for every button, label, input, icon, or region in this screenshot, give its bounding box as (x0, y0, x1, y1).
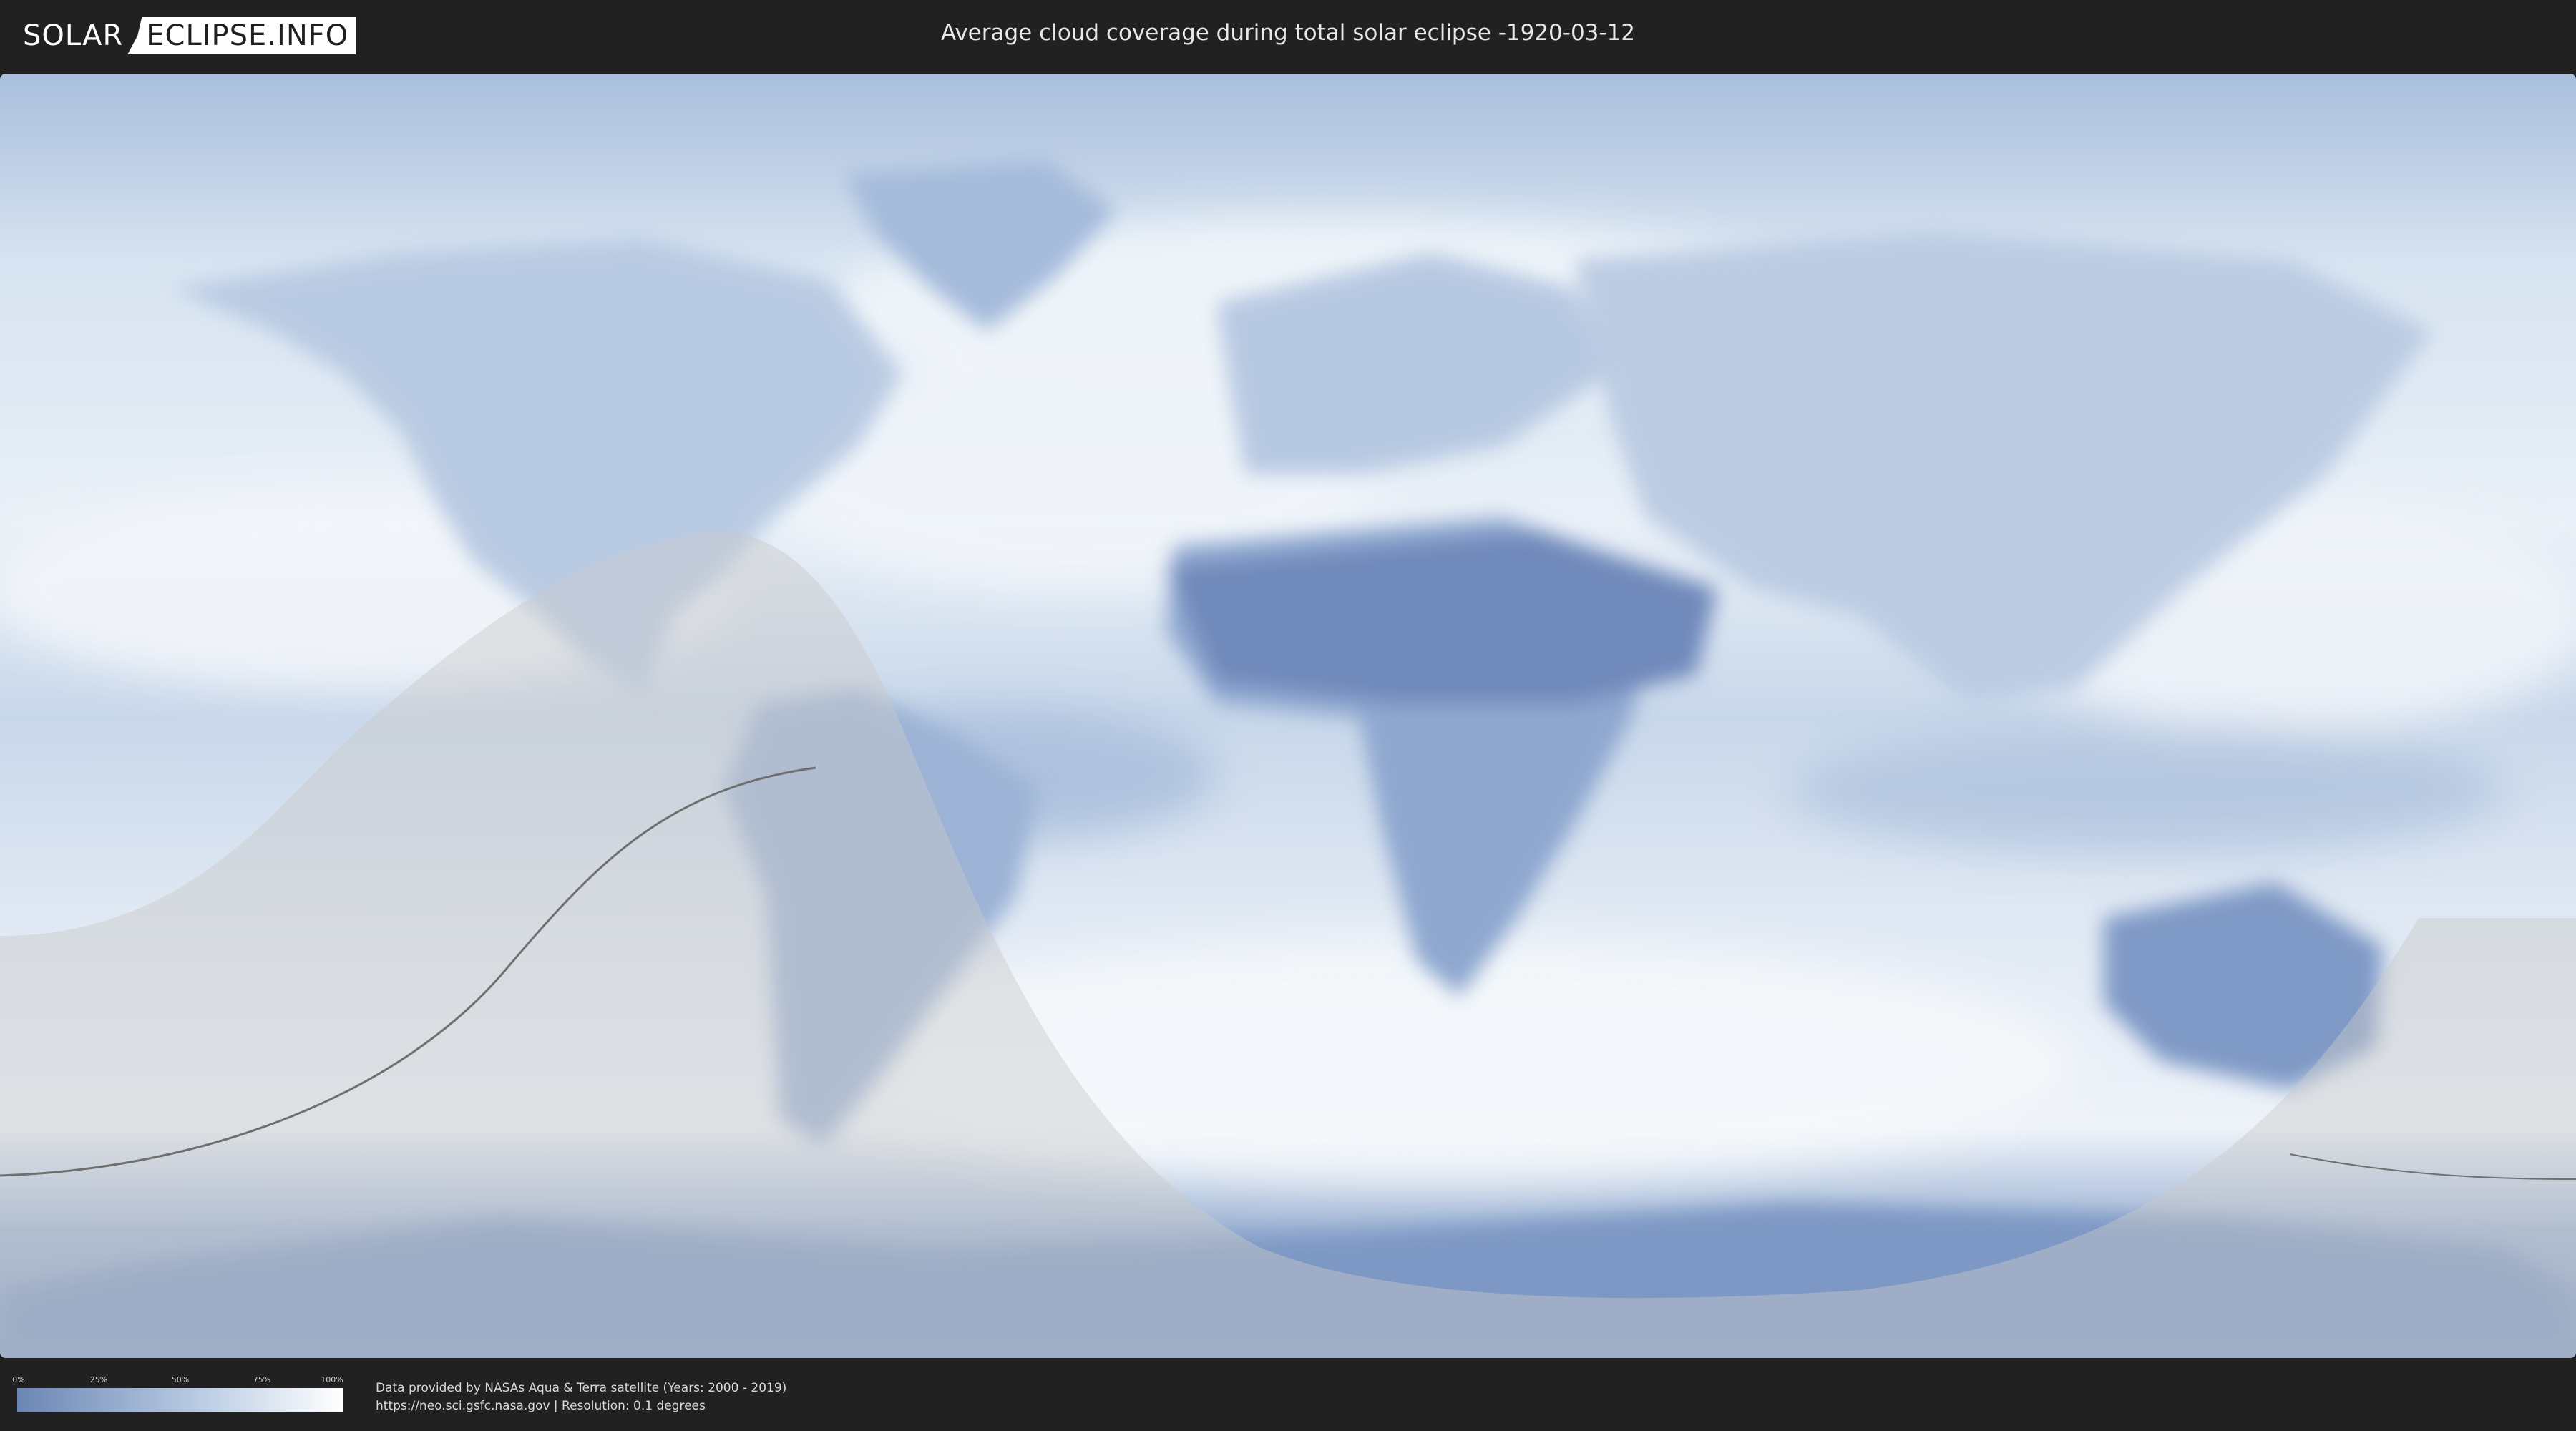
legend-tick-75: 75% (253, 1375, 271, 1384)
cloud-coverage-map[interactable] (0, 74, 2576, 1358)
legend-tick-25: 25% (89, 1375, 108, 1384)
data-credits: Data provided by NASAs Aqua & Terra sate… (376, 1379, 786, 1415)
legend-tick-100: 100% (321, 1375, 343, 1384)
legend-color-bar (17, 1388, 343, 1412)
legend-tick-0: 0% (12, 1375, 25, 1384)
legend-ticks: 0% 25% 50% 75% 100% (12, 1375, 343, 1387)
cloud-coverage-legend: 0% 25% 50% 75% 100% (12, 1375, 343, 1412)
credits-url[interactable]: https://neo.sci.gsfc.nasa.gov | Resoluti… (376, 1397, 786, 1415)
page-title: Average cloud coverage during total sola… (940, 20, 1636, 46)
footer-bar: 0% 25% 50% 75% 100% Data provided by NAS… (0, 1359, 2576, 1431)
legend-tick-50: 50% (171, 1375, 190, 1384)
credits-source: Data provided by NASAs Aqua & Terra sate… (376, 1381, 787, 1395)
world-map-svg (0, 74, 2576, 1358)
header-bar: SOLAR ECLIPSE.INFO Average cloud coverag… (0, 0, 2576, 72)
